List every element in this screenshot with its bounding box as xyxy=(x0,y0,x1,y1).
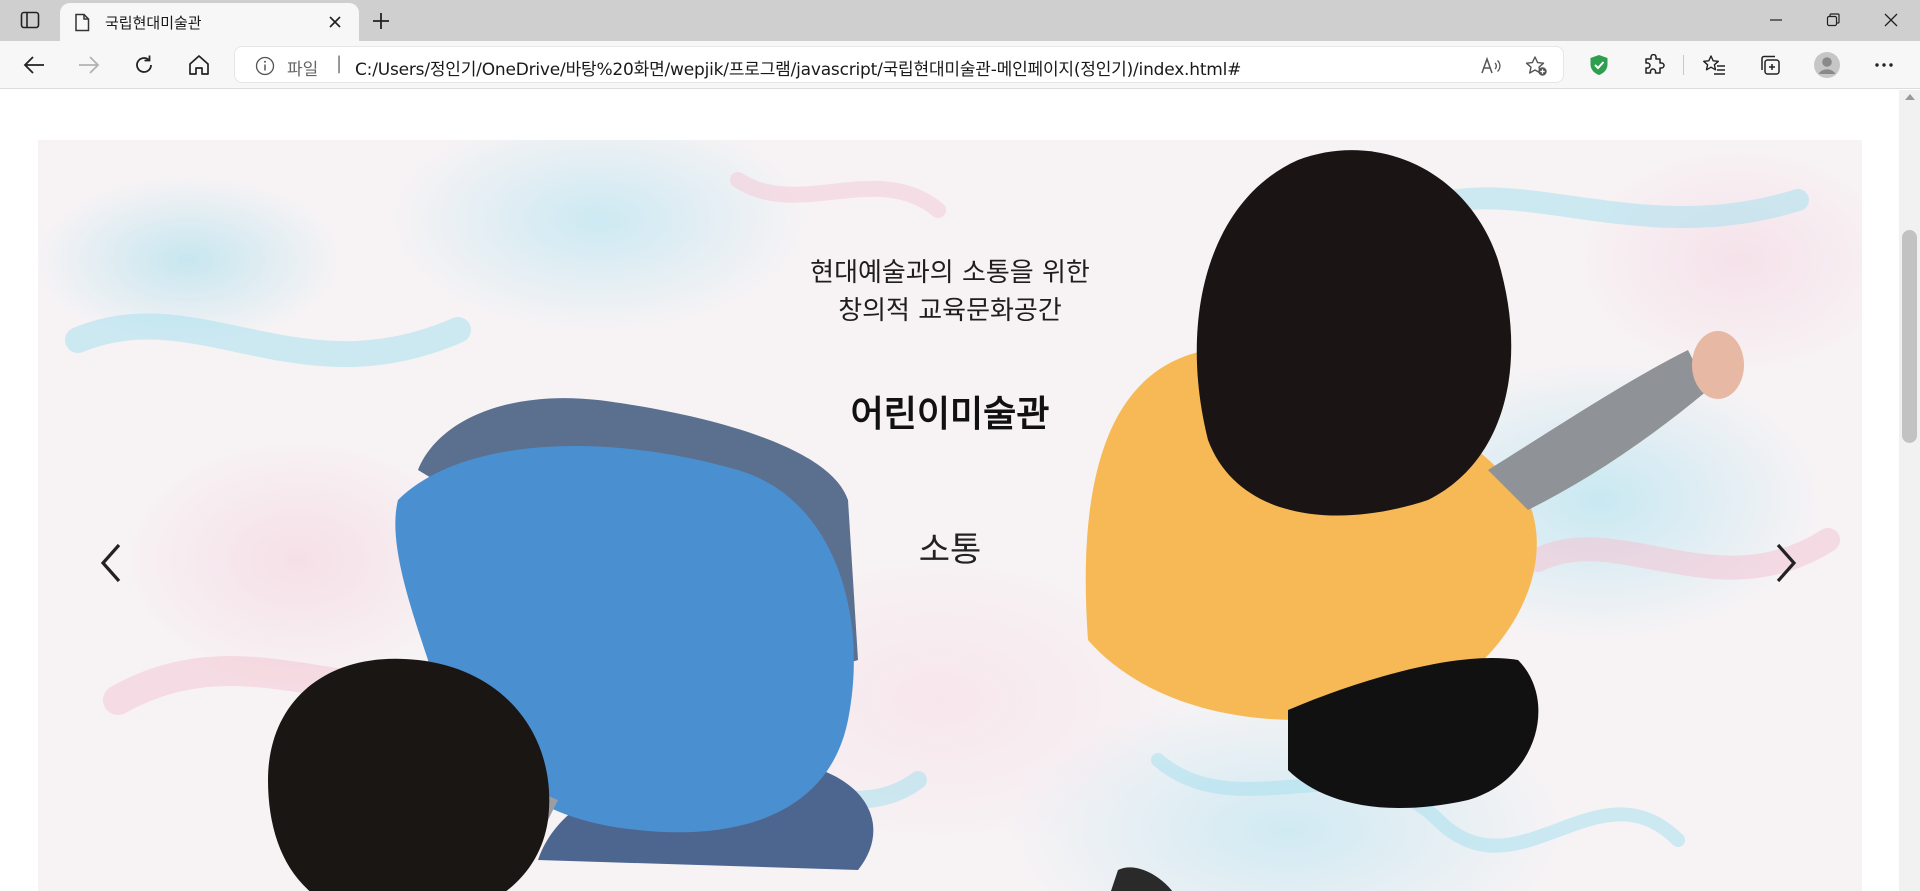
arrow-right-icon xyxy=(79,56,100,74)
close-window-button[interactable] xyxy=(1870,5,1912,35)
home-button[interactable] xyxy=(183,49,215,81)
more-icon xyxy=(1875,63,1893,67)
info-icon[interactable] xyxy=(255,56,275,80)
minimize-icon xyxy=(1770,19,1782,21)
restore-button[interactable] xyxy=(1812,5,1854,35)
refresh-icon xyxy=(136,55,152,73)
vertical-scrollbar[interactable] xyxy=(1899,90,1920,891)
close-tab-icon[interactable] xyxy=(324,11,346,33)
chevron-right-icon xyxy=(1776,543,1797,583)
scheme-label: 파일 xyxy=(287,60,319,80)
hero-title: 어린이미술관 xyxy=(850,394,1050,435)
minimize-button[interactable] xyxy=(1755,5,1797,35)
close-icon xyxy=(1884,13,1898,27)
chevron-left-icon xyxy=(100,543,121,583)
restore-icon xyxy=(1826,13,1840,27)
toolbar-divider xyxy=(1683,55,1684,75)
add-favorite-icon[interactable] xyxy=(1524,54,1548,78)
arrow-left-icon xyxy=(23,56,44,74)
refresh-button[interactable] xyxy=(128,49,160,81)
slider-next-button[interactable] xyxy=(1766,535,1806,591)
more-menu-button[interactable] xyxy=(1868,49,1900,81)
tab-actions-menu-button[interactable] xyxy=(12,8,48,32)
address-bar[interactable]: 파일 | C:/Users/정인기/OneDrive/바탕%20화면/wepji… xyxy=(234,46,1564,83)
home-icon xyxy=(189,55,209,75)
read-aloud-icon[interactable] xyxy=(1479,54,1503,78)
page-icon xyxy=(74,13,90,36)
navigation-toolbar: 파일 | C:/Users/정인기/OneDrive/바탕%20화면/wepji… xyxy=(0,41,1920,89)
hero-caption: 현대예술과의 소통을 위한 창의적 교육문화공간 어린이미술관 소통 xyxy=(38,140,1862,891)
shield-extension-icon[interactable] xyxy=(1583,49,1615,81)
hero-tagline-line-1: 현대예술과의 소통을 위한 xyxy=(810,258,1090,288)
address-separator: | xyxy=(336,53,343,74)
hero-tagline-line-2: 창의적 교육문화공간 xyxy=(838,296,1062,326)
new-tab-button[interactable] xyxy=(368,8,394,34)
hero-slide-keyword: 소통 xyxy=(918,530,982,570)
avatar-icon xyxy=(1814,52,1840,78)
tab-strip: 국립현대미술관 xyxy=(0,0,1920,41)
collections-icon[interactable] xyxy=(1754,49,1786,81)
scrollbar-thumb[interactable] xyxy=(1902,230,1917,443)
tab-title: 국립현대미술관 xyxy=(105,14,202,32)
hero-slider: 현대예술과의 소통을 위한 창의적 교육문화공간 어린이미술관 소통 xyxy=(38,140,1862,891)
back-button[interactable] xyxy=(18,49,50,81)
plus-icon xyxy=(373,13,389,29)
profile-avatar[interactable] xyxy=(1811,49,1843,81)
favorites-icon[interactable] xyxy=(1698,49,1730,81)
extensions-icon[interactable] xyxy=(1638,49,1670,81)
scroll-up-arrow-icon[interactable] xyxy=(1905,94,1915,100)
url-text[interactable]: C:/Users/정인기/OneDrive/바탕%20화면/wepjik/프로그… xyxy=(355,55,1241,80)
tab-actions-icon xyxy=(20,11,40,29)
active-tab[interactable]: 국립현대미술관 xyxy=(60,3,359,41)
page-viewport: 현대예술과의 소통을 위한 창의적 교육문화공간 어린이미술관 소통 xyxy=(0,90,1920,891)
forward-button[interactable] xyxy=(73,49,105,81)
slider-prev-button[interactable] xyxy=(91,535,131,591)
